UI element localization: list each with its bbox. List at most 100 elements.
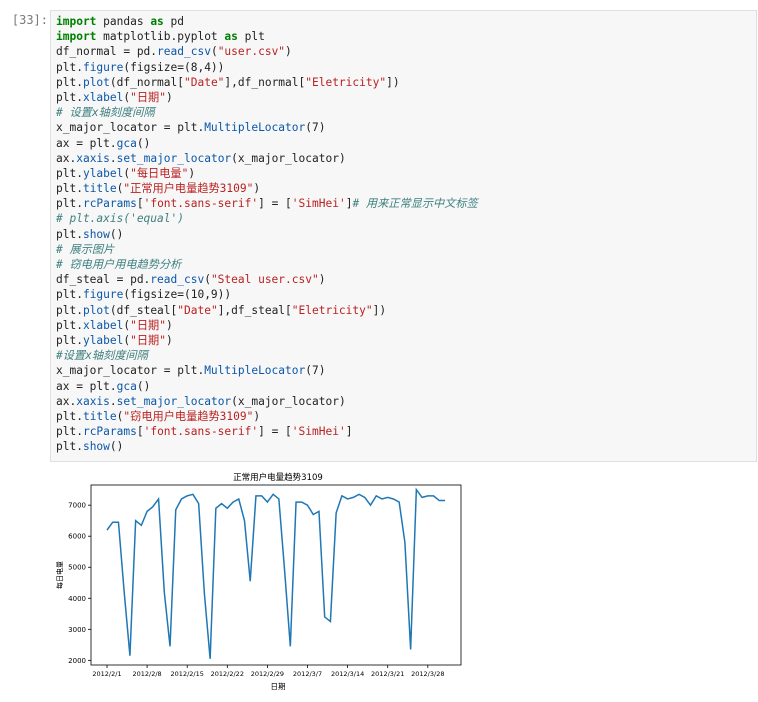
code-token: plt. bbox=[56, 75, 83, 89]
code-line: ax = plt.gca() bbox=[56, 136, 478, 151]
code-token: title bbox=[82, 409, 117, 423]
code-token: ],df_steal[ bbox=[217, 303, 292, 317]
code-token: plt. bbox=[56, 318, 83, 332]
code-token: as bbox=[224, 30, 238, 44]
code-line: plt.xlabel("日期") bbox=[56, 318, 478, 333]
code-token: set_major_locator bbox=[116, 151, 232, 165]
x-tick-label: 2012/2/15 bbox=[171, 670, 204, 678]
code-token: plt bbox=[237, 30, 265, 44]
code-line: df_steal = pd.read_csv("Steal user.csv") bbox=[56, 272, 478, 287]
code-token: "日期" bbox=[130, 318, 166, 332]
x-tick-label: 2012/2/1 bbox=[92, 670, 121, 678]
code-token: . bbox=[109, 151, 117, 165]
code-token: import bbox=[56, 15, 97, 28]
code-token: ax = plt. bbox=[56, 379, 117, 393]
code-token: # 窃电用户用电趋势分析 bbox=[56, 258, 182, 271]
code-token: read_csv bbox=[157, 45, 211, 59]
code-token: () bbox=[136, 136, 151, 150]
code-token: ) bbox=[318, 273, 326, 287]
code-token: matplotlib.pyplot bbox=[96, 30, 225, 44]
code-line: ax = plt.gca() bbox=[56, 379, 478, 394]
x-axis: 2012/2/1 2012/2/8 2012/2/15 2012/2/22 2012/2… bbox=[92, 665, 444, 678]
code-token: ] = [ bbox=[258, 425, 292, 439]
code-line: plt.rcParams['font.sans-serif'] = ['SimH… bbox=[56, 424, 478, 439]
code-token: (figsize=(8,4)) bbox=[123, 60, 225, 74]
code-token: "每日电量" bbox=[130, 166, 189, 180]
code-line: plt.rcParams['font.sans-serif'] = ['SimH… bbox=[56, 196, 478, 211]
code-token: # 展示图片 bbox=[56, 242, 115, 256]
code-token: () bbox=[136, 379, 151, 393]
code-token: (7) bbox=[305, 121, 326, 135]
code-token: ( bbox=[210, 45, 218, 59]
code-token: title bbox=[82, 182, 117, 196]
code-line: x_major_locator = plt.MultipleLocator(7) bbox=[56, 120, 478, 135]
code-token: as bbox=[150, 15, 164, 28]
code-token: ) bbox=[253, 182, 261, 196]
y-axis: 2000 3000 4000 5000 6000 7000 bbox=[68, 502, 91, 665]
code-token: show bbox=[82, 227, 110, 241]
series-line bbox=[106, 487, 445, 659]
code-token: (figsize=(10,9)) bbox=[123, 288, 232, 302]
code-token: plot bbox=[82, 75, 110, 89]
code-token: ) bbox=[285, 45, 292, 59]
code-token: (df_steal[ bbox=[109, 303, 178, 317]
code-line: ax.xaxis.set_major_locator(x_major_locat… bbox=[56, 394, 478, 409]
code-token: ax. bbox=[56, 151, 77, 165]
code-token: ] bbox=[345, 425, 353, 439]
code-token: "Eletricity" bbox=[291, 303, 373, 317]
code-token: [ bbox=[136, 197, 144, 211]
code-token: ) bbox=[165, 333, 173, 347]
code-line: plt.title("正常用户电量趋势3109") bbox=[56, 181, 478, 196]
x-tick-label: 2012/3/28 bbox=[411, 670, 444, 678]
code-token: rcParams bbox=[82, 197, 137, 211]
output-area: 正常用户电量趋势3109 2000 3000 4000 5000 6000 7000 20… bbox=[50, 466, 470, 698]
code-token: plt. bbox=[56, 166, 83, 180]
code-token: "窃电用户电量趋势3109" bbox=[123, 409, 254, 423]
code-token: () bbox=[109, 440, 124, 454]
chart-title: 正常用户电量趋势3109 bbox=[233, 472, 323, 483]
x-tick-label: 2012/3/21 bbox=[371, 670, 404, 678]
code-token: figure bbox=[82, 60, 124, 74]
code-line: plt.show() bbox=[56, 439, 478, 454]
code-token: (df_normal[ bbox=[109, 75, 184, 89]
code-token: # plt.axis('equal') bbox=[56, 212, 184, 226]
code-token: MultipleLocator bbox=[204, 121, 306, 135]
code-line: #设置x轴刻度间隔 bbox=[56, 348, 478, 363]
code-token: import bbox=[56, 30, 97, 44]
code-token: "日期" bbox=[130, 90, 166, 104]
code-token: MultipleLocator bbox=[204, 364, 306, 378]
code-token: plt. bbox=[56, 425, 83, 439]
y-tick-label: 6000 bbox=[68, 533, 86, 541]
code-token: plt. bbox=[56, 409, 83, 423]
code-token: (x_major_locator) bbox=[231, 151, 346, 165]
x-tick-label: 2012/3/7 bbox=[293, 670, 322, 678]
code-token: ]) bbox=[372, 303, 387, 317]
code-line: # 设置x轴刻度间隔 bbox=[56, 105, 478, 120]
code-token: ]) bbox=[386, 75, 400, 89]
code-token: (x_major_locator) bbox=[231, 394, 346, 408]
code-editor[interactable]: import pandas as pd import matplotlib.pyp… bbox=[56, 14, 478, 454]
code-token: plt. bbox=[56, 333, 83, 347]
code-token: ( bbox=[204, 273, 211, 287]
code-line: # plt.axis('equal') bbox=[56, 211, 478, 226]
code-token: () bbox=[109, 227, 124, 241]
code-token: plt. bbox=[56, 90, 83, 104]
code-token: pandas bbox=[96, 15, 151, 28]
code-token: ] = [ bbox=[258, 197, 292, 211]
code-token: plt. bbox=[56, 288, 83, 302]
code-token: pd bbox=[163, 15, 185, 28]
code-token: rcParams bbox=[82, 425, 137, 439]
code-token: plot bbox=[82, 303, 110, 317]
code-token: gca bbox=[116, 379, 137, 393]
code-line: plt.xlabel("日期") bbox=[56, 90, 478, 105]
y-tick-label: 3000 bbox=[68, 626, 86, 634]
code-line: x_major_locator = plt.MultipleLocator(7) bbox=[56, 363, 478, 378]
code-token: xlabel bbox=[82, 90, 124, 104]
code-token: 'SimHei' bbox=[291, 197, 346, 211]
code-token: plt. bbox=[56, 60, 83, 74]
x-tick-label: 2012/2/29 bbox=[251, 670, 284, 678]
code-cell[interactable]: import pandas as pd import matplotlib.pyp… bbox=[50, 10, 757, 462]
code-token: ax = plt. bbox=[56, 136, 117, 150]
code-line: import pandas as pd bbox=[56, 14, 478, 29]
y-tick-label: 7000 bbox=[68, 502, 86, 510]
